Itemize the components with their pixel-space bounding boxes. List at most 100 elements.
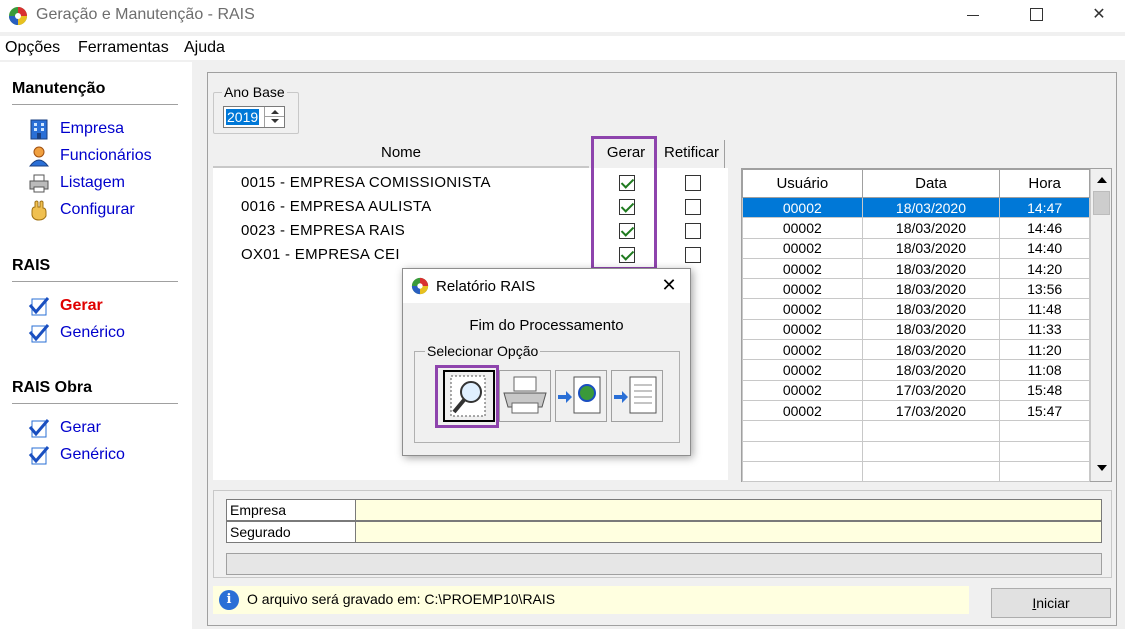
app-logo-icon — [411, 277, 429, 295]
cell-data: 18/03/2020 — [861, 257, 1001, 280]
cell-usuario: 00002 — [742, 298, 863, 320]
print-button[interactable] — [499, 370, 551, 422]
table-row[interactable]: 00002 18/03/2020 13:56 — [742, 278, 1090, 300]
header-retificar[interactable]: Retificar — [659, 140, 725, 168]
sidebar-item-label: Gerar — [60, 297, 103, 314]
sidebar-item-obra-gerar[interactable]: Gerar — [28, 417, 101, 439]
table-row-empty — [742, 440, 1090, 462]
table-row[interactable]: 00002 18/03/2020 11:33 — [742, 318, 1090, 341]
ano-base-label: Ano Base — [222, 84, 287, 100]
header-usuario[interactable]: Usuário — [742, 169, 863, 198]
history-table: Usuário Data Hora 00002 18/03/2020 14:47 0… — [742, 169, 1090, 483]
table-row[interactable]: 00002 18/03/2020 14:47 — [742, 196, 1090, 219]
table-row[interactable]: 00002 17/03/2020 15:48 — [742, 379, 1090, 401]
header-data[interactable]: Data — [861, 169, 1001, 198]
dialog-title-bar: Relatório RAIS ✕ — [403, 269, 690, 303]
cell-hora: 14:40 — [999, 237, 1090, 259]
table-row[interactable]: 00002 18/03/2020 11:20 — [742, 339, 1090, 361]
list-item[interactable]: 0023 - EMPRESA RAIS — [241, 222, 405, 239]
cell-empty — [861, 420, 1001, 442]
scroll-thumb[interactable] — [1093, 191, 1110, 215]
hand-icon — [31, 200, 47, 221]
cell-data: 18/03/2020 — [861, 237, 1001, 259]
cell-empty — [861, 440, 1001, 462]
option-group-label: Selecionar Opção — [425, 343, 541, 359]
cell-empty — [742, 460, 863, 483]
retificar-checkbox[interactable] — [685, 199, 701, 215]
minimize-icon — [967, 15, 979, 16]
cell-data: 18/03/2020 — [861, 298, 1001, 320]
export-web-button[interactable] — [555, 370, 607, 422]
cell-hora: 15:48 — [999, 379, 1090, 401]
menu-ajuda[interactable]: Ajuda — [184, 39, 225, 57]
table-row[interactable]: 00002 18/03/2020 14:46 — [742, 217, 1090, 239]
list-item[interactable]: 0016 - EMPRESA AULISTA — [241, 198, 432, 215]
sidebar-item-listagem[interactable]: Listagem — [28, 172, 125, 194]
sidebar-item-rais-gerar[interactable]: Gerar — [28, 295, 103, 317]
vertical-scrollbar[interactable] — [1090, 169, 1111, 481]
gerar-column-highlight — [591, 136, 657, 270]
maximize-button[interactable] — [1010, 0, 1064, 32]
spin-buttons[interactable] — [264, 107, 284, 127]
table-row[interactable]: 00002 17/03/2020 15:47 — [742, 399, 1090, 422]
sidebar-item-label: Genérico — [60, 324, 125, 341]
close-button[interactable]: ✕ — [1072, 0, 1125, 32]
dialog-close-icon[interactable]: ✕ — [659, 275, 679, 295]
sidebar-item-funcionarios[interactable]: Funcionários — [28, 145, 152, 167]
empresa-label: Empresa — [226, 499, 356, 521]
menu-ferramentas[interactable]: Ferramentas — [78, 39, 169, 57]
printer-icon — [29, 174, 49, 193]
minimize-button[interactable] — [946, 0, 1000, 32]
retificar-checkbox[interactable] — [685, 223, 701, 239]
cell-usuario: 00002 — [742, 359, 863, 381]
export-file-button[interactable] — [611, 370, 663, 422]
empresa-field — [355, 499, 1102, 521]
check-doc-icon — [28, 419, 50, 438]
sidebar-item-label: Empresa — [60, 120, 125, 137]
spin-up-icon[interactable] — [271, 110, 279, 114]
divider — [265, 116, 284, 117]
preview-highlight — [435, 365, 499, 428]
sidebar-item-rais-generico[interactable]: Genérico — [28, 322, 125, 344]
cell-usuario: 00002 — [742, 196, 863, 219]
check-doc-icon — [28, 297, 50, 316]
header-nome[interactable]: Nome — [213, 140, 589, 168]
printer-icon — [503, 376, 547, 414]
scroll-down-button[interactable] — [1093, 459, 1110, 477]
list-item[interactable]: 0015 - EMPRESA COMISSIONISTA — [241, 174, 491, 191]
table-row[interactable]: 00002 18/03/2020 14:40 — [742, 237, 1090, 259]
table-row[interactable]: 00002 18/03/2020 11:08 — [742, 359, 1090, 381]
spin-down-icon[interactable] — [271, 119, 279, 123]
globe-export-icon — [558, 376, 601, 414]
ano-base-value[interactable]: 2019 — [226, 109, 260, 125]
header-hora[interactable]: Hora — [999, 169, 1090, 198]
menu-bar: Opções Ferramentas Ajuda — [0, 36, 1125, 60]
info-icon: i — [219, 590, 239, 610]
sidebar-item-configurar[interactable]: Configurar — [28, 199, 135, 221]
sidebar-item-empresa[interactable]: Empresa — [28, 118, 124, 140]
cell-usuario: 00002 — [742, 217, 863, 239]
status-bar: i O arquivo será gravado em: C:\PROEMP10… — [213, 586, 969, 614]
cell-data: 17/03/2020 — [861, 379, 1001, 401]
menu-opcoes[interactable]: Opções — [5, 39, 60, 57]
table-row[interactable]: 00002 18/03/2020 11:48 — [742, 298, 1090, 320]
cell-usuario: 00002 — [742, 237, 863, 259]
scroll-up-button[interactable] — [1093, 171, 1110, 189]
check-doc-icon — [28, 324, 50, 343]
progress-bar — [226, 553, 1102, 575]
cell-data: 18/03/2020 — [861, 278, 1001, 300]
list-item[interactable]: OX01 - EMPRESA CEI — [241, 246, 400, 263]
ano-base-spinner[interactable]: 2019 — [223, 106, 285, 128]
retificar-checkbox[interactable] — [685, 247, 701, 263]
cell-usuario: 00002 — [742, 318, 863, 341]
cell-hora: 15:47 — [999, 399, 1090, 422]
sidebar-item-label: Gerar — [60, 419, 101, 436]
table-row[interactable]: 00002 18/03/2020 14:20 — [742, 257, 1090, 280]
cell-data: 18/03/2020 — [861, 217, 1001, 239]
iniciar-button[interactable]: Iniciar — [991, 588, 1111, 618]
sidebar-item-obra-generico[interactable]: Genérico — [28, 444, 125, 466]
segurado-label: Segurado — [226, 521, 356, 543]
iniciar-label: niciar — [1036, 595, 1070, 611]
retificar-checkbox[interactable] — [685, 175, 701, 191]
sidebar-item-label: Configurar — [60, 201, 135, 218]
